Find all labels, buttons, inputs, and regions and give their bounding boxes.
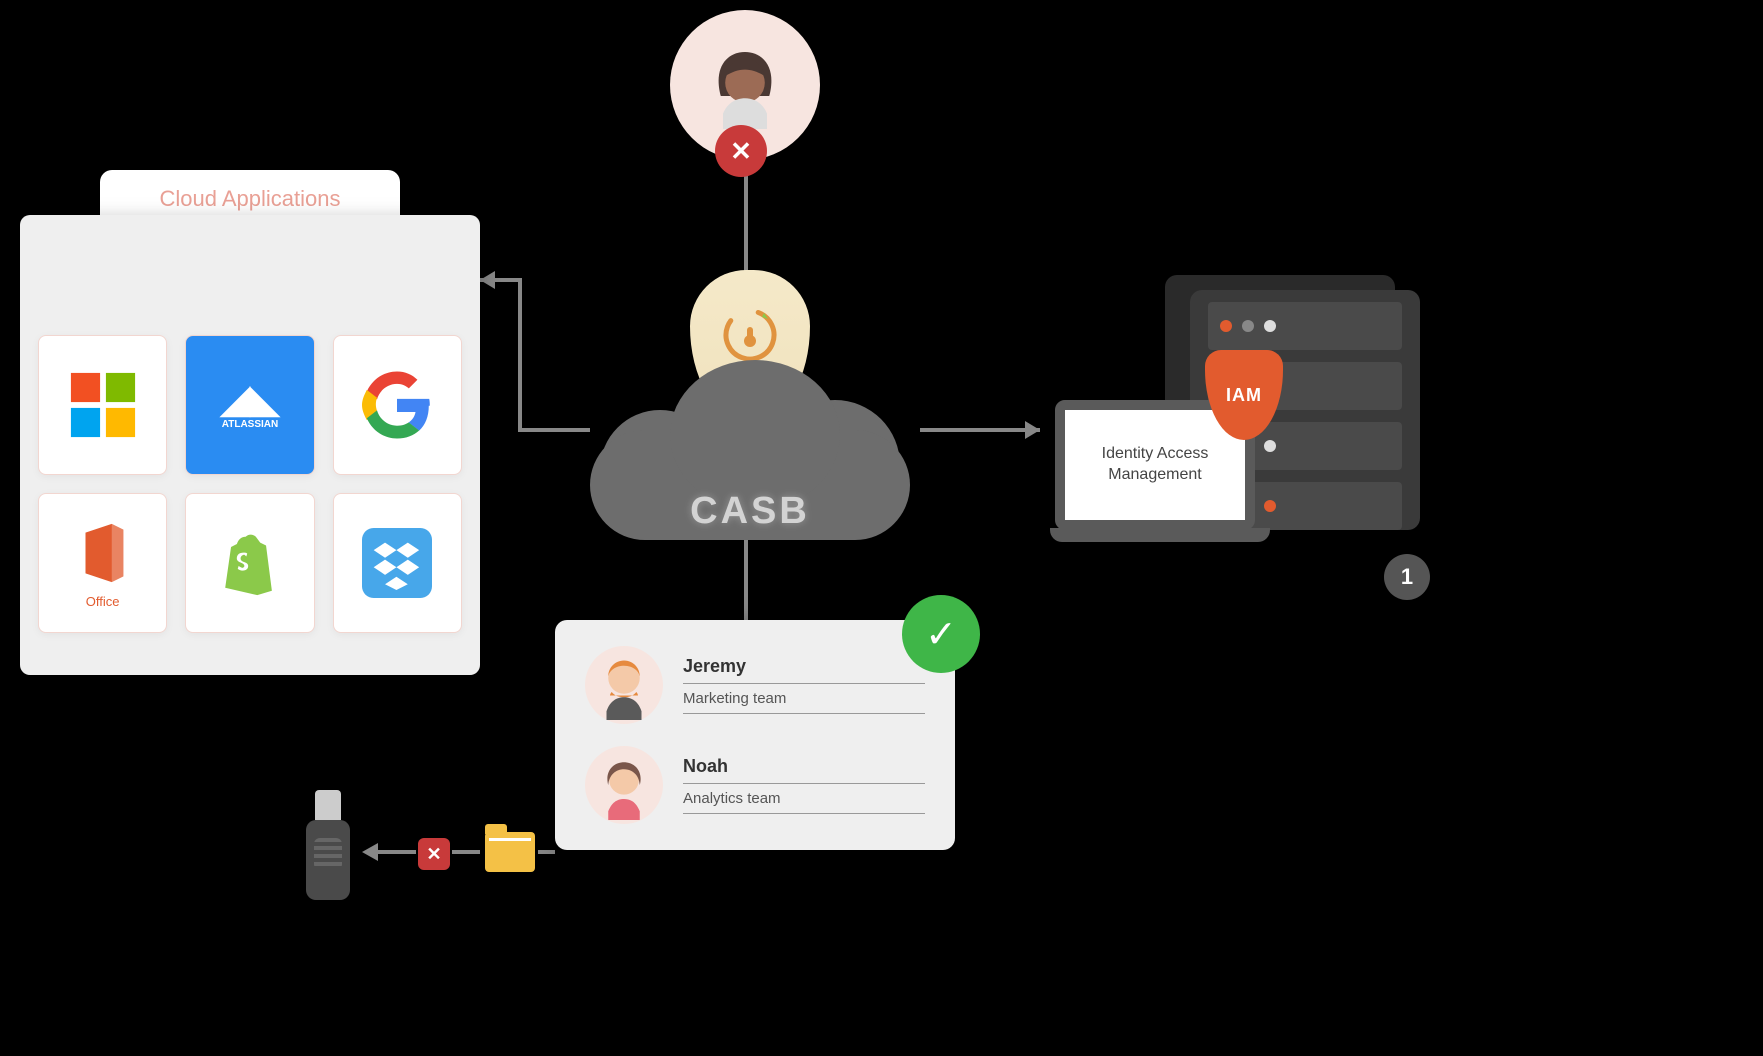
step-number-badge: 1 [1384, 554, 1430, 600]
casb-label: CASB [570, 490, 930, 533]
deny-badge-icon: ✕ [715, 125, 767, 177]
user-team: Analytics team [683, 790, 925, 814]
user-row: Noah Analytics team [585, 746, 925, 824]
casb-node: CASB [570, 270, 930, 530]
user-avatar-icon [585, 746, 663, 824]
user-avatar-icon [585, 646, 663, 724]
app-shopify [185, 493, 314, 633]
app-office: Office [38, 493, 167, 633]
cloud-applications-card: ◢◣ ATLASSIAN Office [20, 215, 480, 675]
app-microsoft [38, 335, 167, 475]
iam-node: Identity Access Management IAM 1 [1050, 290, 1420, 550]
user-name: Jeremy [683, 656, 925, 684]
usb-drive-icon [300, 790, 356, 910]
user-team: Marketing team [683, 690, 925, 714]
authorized-users-card: ✓ Jeremy Marketing team Noah Analytics t… [555, 620, 955, 850]
app-dropbox [333, 493, 462, 633]
app-atlassian: ◢◣ ATLASSIAN [185, 335, 314, 475]
user-name: Noah [683, 756, 925, 784]
deny-transfer-icon: ✕ [418, 838, 450, 870]
approve-badge-icon: ✓ [902, 595, 980, 673]
folder-icon [485, 832, 535, 872]
user-row: Jeremy Marketing team [585, 646, 925, 724]
app-google [333, 335, 462, 475]
